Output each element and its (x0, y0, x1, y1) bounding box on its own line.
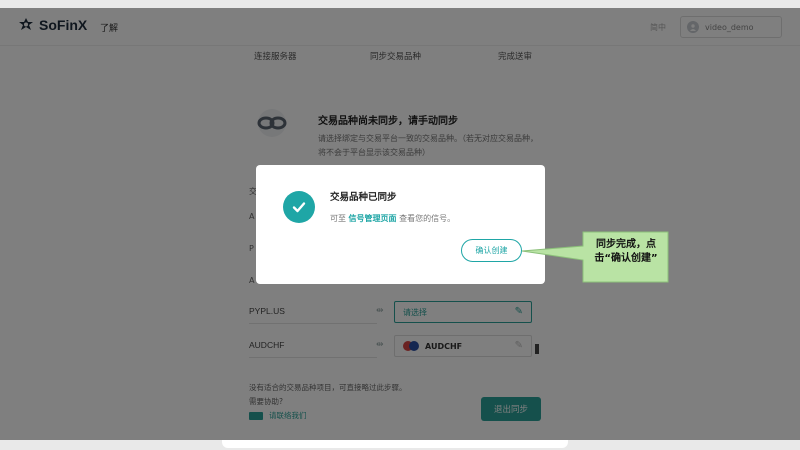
dialog-description: 可至 信号管理页面 查看您的信号。 (330, 213, 455, 224)
desc-suffix: 查看您的信号。 (399, 214, 456, 223)
callout-line2: 击“确认创建” (594, 253, 658, 264)
callout-text: 同步完成，点 击“确认创建” (584, 238, 668, 266)
sync-complete-dialog: 交易品种已同步 可至 信号管理页面 查看您的信号。 确认创建 (256, 165, 545, 284)
desc-prefix: 可至 (330, 214, 346, 223)
confirm-create-button[interactable]: 确认创建 (461, 239, 522, 262)
check-icon (283, 191, 315, 223)
signal-management-link[interactable]: 信号管理页面 (349, 214, 397, 223)
callout-line1: 同步完成，点 (596, 239, 656, 250)
dialog-title: 交易品种已同步 (330, 192, 397, 203)
